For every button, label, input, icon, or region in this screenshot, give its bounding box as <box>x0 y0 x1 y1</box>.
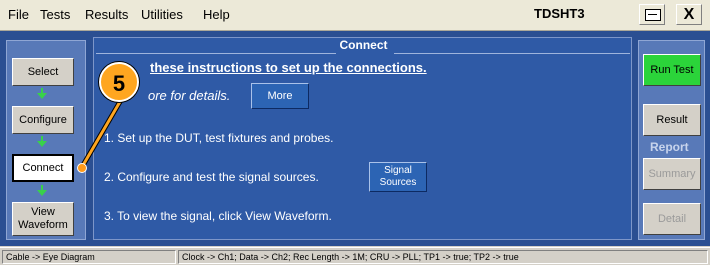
step-callout-badge: 5 <box>99 62 139 102</box>
callout-leader-line <box>79 98 124 169</box>
status-configuration: Clock -> Ch1; Data -> Ch2; Rec Length ->… <box>178 250 708 264</box>
status-test-selection: Cable -> Eye Diagram <box>2 250 176 264</box>
status-bar: Cable -> Eye Diagram Clock -> Ch1; Data … <box>0 247 710 265</box>
callout-pointer-dot <box>77 163 87 173</box>
